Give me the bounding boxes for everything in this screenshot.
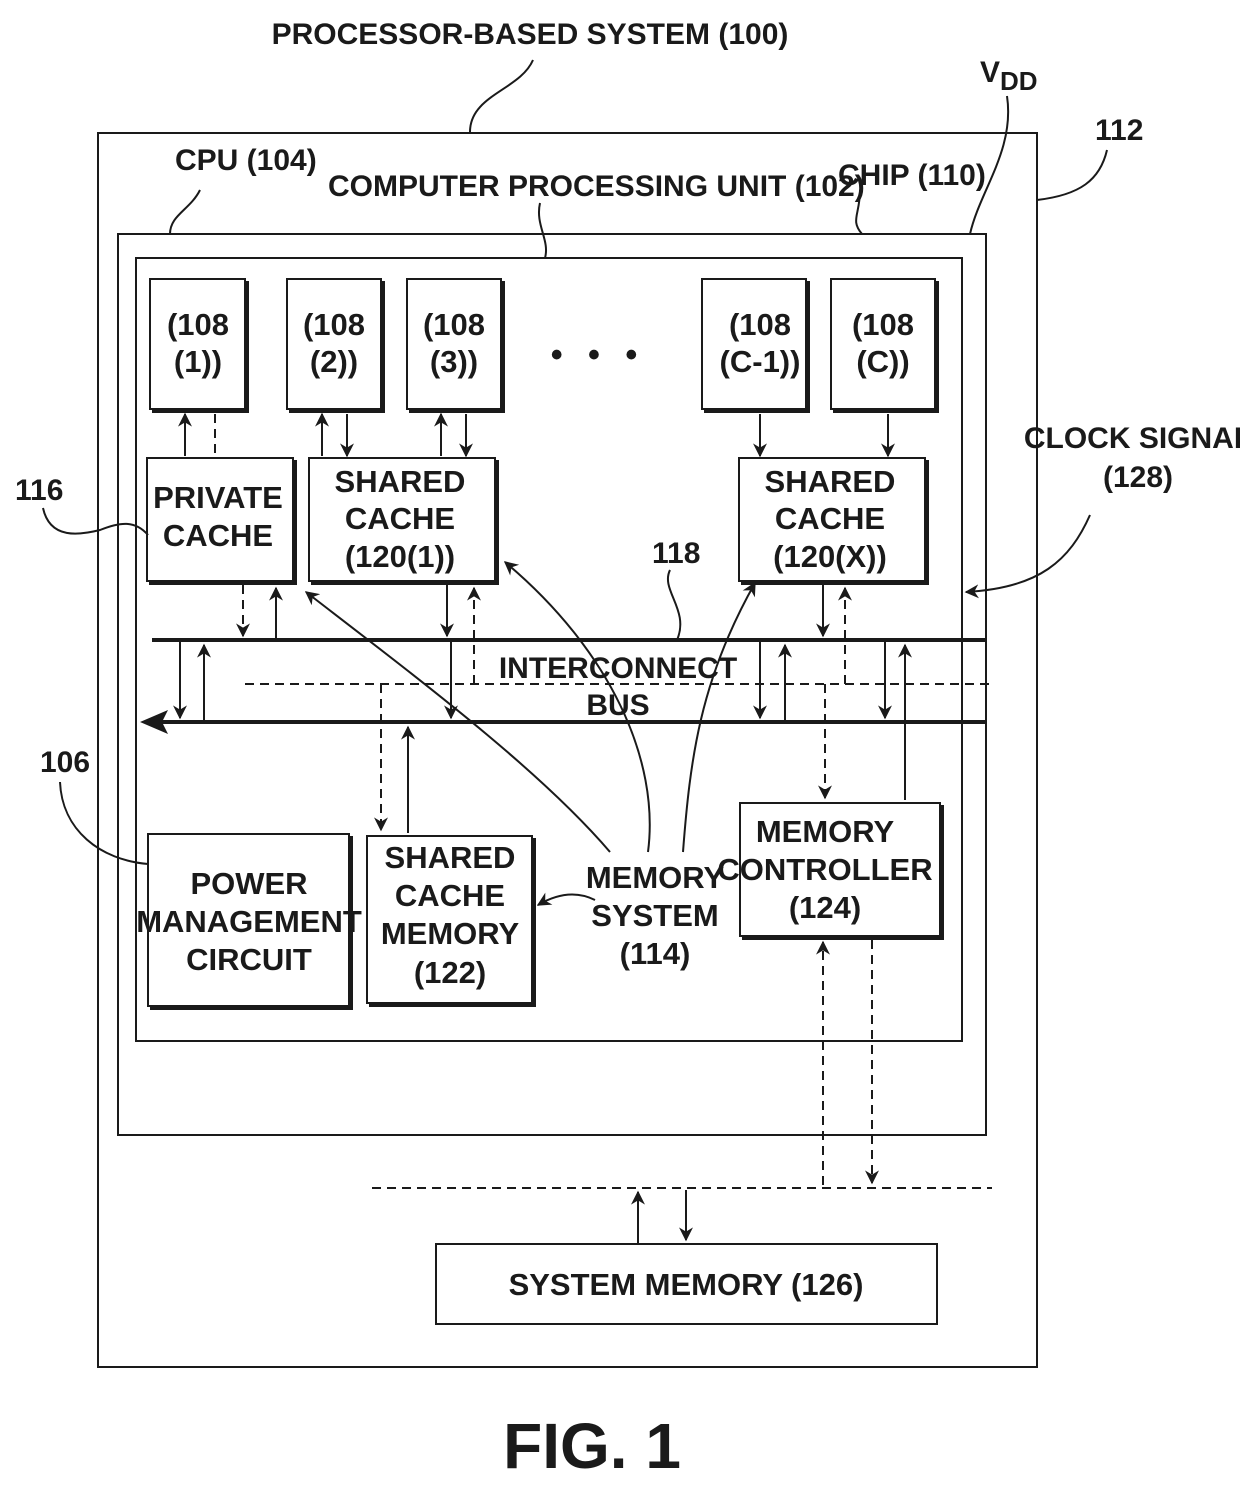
power-management-block: POWER MANAGEMENT CIRCUIT <box>136 833 362 1010</box>
svg-text:CACHE: CACHE <box>395 878 505 913</box>
svg-text:(C-1)): (C-1)) <box>720 344 801 379</box>
shared-cache-memory-block: SHARED CACHE MEMORY (122) <box>366 835 536 1007</box>
core-3: (108 (3)) <box>406 278 505 413</box>
svg-text:CACHE: CACHE <box>345 501 455 536</box>
ref-116: 116 <box>15 474 63 507</box>
clock-signal-arrow <box>964 514 1091 599</box>
memory-controller-block: MEMORY CONTROLLER (124) <box>717 802 944 940</box>
svg-text:(120(X)): (120(X)) <box>773 539 887 574</box>
svg-text:CACHE: CACHE <box>775 501 885 536</box>
svg-text:(108: (108 <box>423 307 485 342</box>
ref-118: 118 <box>652 537 700 570</box>
core-2: (108 (2)) <box>286 278 385 413</box>
cpu-unit-leader <box>537 202 548 259</box>
svg-text:(120(1)): (120(1)) <box>345 539 455 574</box>
svg-text:SHARED: SHARED <box>335 464 466 499</box>
ref-106: 106 <box>40 746 90 779</box>
svg-text:CIRCUIT: CIRCUIT <box>186 942 312 977</box>
svg-text:PRIVATE: PRIVATE <box>153 480 283 515</box>
cpu-unit-label: COMPUTER PROCESSING UNIT (102) <box>328 170 865 203</box>
svg-text:POWER: POWER <box>190 866 307 901</box>
svg-text:(1)): (1)) <box>174 344 222 379</box>
svg-text:CONTROLLER: CONTROLLER <box>717 852 932 887</box>
memory-system-label: MEMORY SYSTEM (114) <box>586 860 725 971</box>
core-cache-arrows <box>178 412 895 458</box>
svg-text:SYSTEM MEMORY (126): SYSTEM MEMORY (126) <box>509 1267 864 1302</box>
svg-text:(2)): (2)) <box>310 344 358 379</box>
figure-caption: FIG. 1 <box>503 1410 681 1482</box>
cpu-leader <box>169 189 201 235</box>
cpu-label: CPU (104) <box>175 144 317 177</box>
svg-text:(108: (108 <box>852 307 914 342</box>
svg-text:(3)): (3)) <box>430 344 478 379</box>
core-ellipsis: • • • <box>551 336 646 374</box>
svg-text:MEMORY: MEMORY <box>586 860 725 895</box>
svg-text:SYSTEM: SYSTEM <box>591 898 718 933</box>
core-1: (108 (1)) <box>149 278 249 413</box>
ref-112: 112 <box>1095 114 1143 147</box>
svg-text:SHARED: SHARED <box>765 464 896 499</box>
core-c: (108 (C)) <box>830 278 939 413</box>
system-memory-block: SYSTEM MEMORY (126) <box>435 1243 938 1325</box>
core-c-minus-1: (108 (C-1)) <box>701 278 810 413</box>
svg-text:CACHE: CACHE <box>163 518 273 553</box>
system-title: PROCESSOR-BASED SYSTEM (100) <box>272 18 789 51</box>
svg-text:(108: (108 <box>303 307 365 342</box>
clock-signal-ref: (128) <box>1103 461 1173 494</box>
svg-text:MANAGEMENT: MANAGEMENT <box>136 904 362 939</box>
svg-text:(124): (124) <box>789 890 861 925</box>
svg-text:SHARED: SHARED <box>385 840 516 875</box>
interconnect-bus: INTERCONNECT BUS <box>140 638 990 734</box>
ref-112-leader <box>1036 149 1108 201</box>
cache-bus-arrows <box>173 585 912 833</box>
svg-text:MEMORY: MEMORY <box>381 916 520 951</box>
vdd-label: VDD <box>980 56 1038 96</box>
shared-cache-1-block: SHARED CACHE (120(1)) <box>308 457 499 585</box>
ref-106-leader <box>59 781 149 865</box>
system-title-leader <box>469 59 534 133</box>
ref-116-leader <box>42 507 149 536</box>
ref-118-leader <box>667 569 682 641</box>
svg-text:MEMORY: MEMORY <box>756 814 895 849</box>
svg-text:(108: (108 <box>167 307 229 342</box>
chip-label: CHIP (110) <box>838 159 986 192</box>
shared-cache-x-block: SHARED CACHE (120(X)) <box>738 457 929 585</box>
svg-text:INTERCONNECT: INTERCONNECT <box>499 652 737 685</box>
processor-system-diagram: PROCESSOR-BASED SYSTEM (100) VDD 112 CPU… <box>15 18 1240 1482</box>
clock-signal-label: CLOCK SIGNAL <box>1024 422 1240 455</box>
svg-text:(114): (114) <box>620 936 691 971</box>
svg-text:(108: (108 <box>729 307 791 342</box>
svg-text:(C)): (C)) <box>856 344 909 379</box>
private-cache-block: PRIVATE CACHE <box>146 457 297 585</box>
svg-text:(122): (122) <box>414 955 486 990</box>
svg-text:BUS: BUS <box>586 689 649 722</box>
